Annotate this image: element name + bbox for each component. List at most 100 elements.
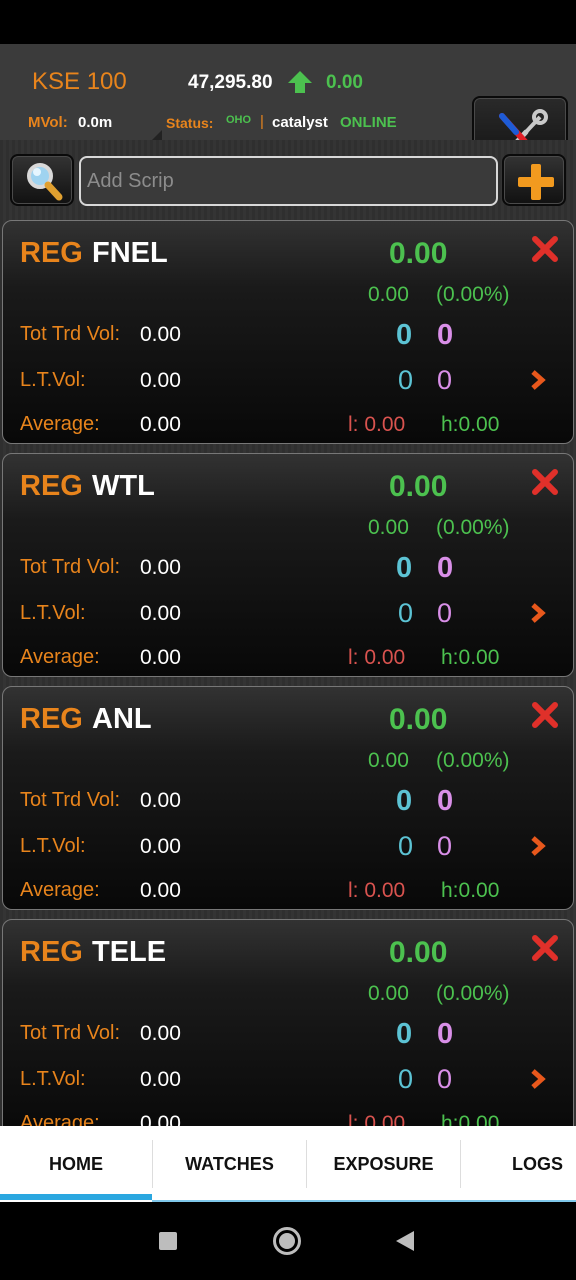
index-selector[interactable]: KSE 100 — [32, 68, 127, 96]
lt-vol-value: 0.00 — [140, 1068, 181, 1091]
close-icon[interactable] — [531, 468, 559, 496]
low-value: 0.00 — [364, 413, 406, 436]
ask-vol: 0 — [437, 1064, 453, 1094]
watchlist: REG FNEL 0.00 0.00 (0.00%) Tot Trd Vol: … — [0, 218, 576, 1126]
bid-vol: 0 — [398, 598, 414, 628]
high-value: 0.00 — [458, 413, 500, 436]
chevron-right-icon[interactable] — [529, 602, 547, 624]
scrip-card[interactable]: REG WTL 0.00 0.00 (0.00%) Tot Trd Vol: 0… — [2, 453, 574, 677]
average-label: Average: — [20, 646, 100, 668]
average-label: Average: — [20, 879, 100, 901]
tot-trd-vol-value: 0.00 — [140, 1022, 181, 1045]
lt-vol-value: 0.00 — [140, 602, 181, 625]
lt-vol-label: L.T.Vol: — [20, 369, 86, 391]
last-price: 0.00 — [389, 703, 448, 736]
bid-qty: 0 — [396, 785, 413, 817]
scrip-card[interactable]: REG ANL 0.00 0.00 (0.00%) Tot Trd Vol: 0… — [2, 686, 574, 910]
back-triangle-icon[interactable] — [396, 1231, 414, 1251]
lt-vol-label: L.T.Vol: — [20, 602, 86, 624]
market-code: REG — [20, 470, 83, 502]
bid-vol: 0 — [398, 831, 414, 861]
last-price: 0.00 — [389, 936, 448, 969]
chevron-right-icon[interactable] — [529, 369, 547, 391]
tab-logs[interactable]: LOGS — [461, 1126, 576, 1202]
lt-vol-value: 0.00 — [140, 369, 181, 392]
high-value: 0.00 — [458, 646, 500, 669]
bid-qty: 0 — [396, 1018, 413, 1050]
tot-trd-vol-label: Tot Trd Vol: — [20, 789, 121, 811]
active-tab-indicator — [0, 1194, 152, 1200]
market-header: KSE 100 47,295.80 0.00 MVol: 0.0m Status… — [0, 44, 576, 176]
ask-vol: 0 — [437, 365, 453, 395]
mvol-value: 0.0m — [78, 114, 113, 131]
price-change-pct: (0.00%) — [436, 982, 510, 1005]
user-name: catalyst — [272, 114, 328, 131]
price-change: 0.00 — [368, 982, 409, 1005]
search-button[interactable] — [10, 154, 74, 206]
recents-square-icon[interactable] — [159, 1232, 177, 1250]
lt-vol-value: 0.00 — [140, 835, 181, 858]
lt-vol-label: L.T.Vol: — [20, 1068, 86, 1090]
up-arrow-icon — [288, 71, 312, 93]
close-icon[interactable] — [531, 934, 559, 962]
ask-vol: 0 — [437, 598, 453, 628]
index-change: 0.00 — [326, 72, 363, 93]
last-price: 0.00 — [389, 237, 448, 270]
price-change-pct: (0.00%) — [436, 283, 510, 306]
symbol: FNEL — [92, 237, 168, 269]
average-label: Average: — [20, 413, 100, 435]
tab-watches[interactable]: WATCHES — [153, 1126, 306, 1202]
high-value: 0.00 — [458, 879, 500, 902]
low-prefix: l: — [348, 646, 359, 669]
status-separator: | — [260, 113, 264, 130]
tab-home[interactable]: HOME — [0, 1126, 152, 1202]
mvol-label: MVol: — [28, 114, 68, 131]
low-value: 0.00 — [364, 879, 406, 902]
chevron-right-icon[interactable] — [529, 835, 547, 857]
average-value: 0.00 — [140, 1112, 181, 1126]
add-scrip-button[interactable] — [502, 154, 566, 206]
ask-qty: 0 — [437, 785, 454, 817]
tab-exposure[interactable]: EXPOSURE — [307, 1126, 460, 1202]
chevron-right-icon[interactable] — [529, 1068, 547, 1090]
connection-status: ONLINE — [340, 114, 397, 131]
day-high: h:0.00 — [441, 879, 499, 903]
bid-vol: 0 — [398, 365, 414, 395]
low-prefix: l: — [348, 1112, 359, 1126]
magnifier-icon — [27, 163, 63, 201]
day-high: h:0.00 — [441, 646, 499, 670]
bid-vol: 0 — [398, 1064, 414, 1094]
close-icon[interactable] — [531, 701, 559, 729]
symbol: TELE — [92, 936, 167, 968]
tot-trd-vol-label: Tot Trd Vol: — [20, 1022, 121, 1044]
scrip-card[interactable]: REG TELE 0.00 0.00 (0.00%) Tot Trd Vol: … — [2, 919, 574, 1126]
price-change-pct: (0.00%) — [436, 516, 510, 539]
price-change: 0.00 — [368, 283, 409, 306]
tot-trd-vol-value: 0.00 — [140, 323, 181, 346]
low-value: 0.00 — [364, 646, 406, 669]
bid-qty: 0 — [396, 552, 413, 584]
add-scrip-input[interactable] — [79, 156, 498, 206]
scrip-card[interactable]: REG FNEL 0.00 0.00 (0.00%) Tot Trd Vol: … — [2, 220, 574, 444]
tot-trd-vol-label: Tot Trd Vol: — [20, 556, 121, 578]
high-prefix: h: — [441, 1112, 459, 1126]
search-row — [0, 140, 576, 218]
low-prefix: l: — [348, 413, 359, 436]
ask-vol: 0 — [437, 831, 453, 861]
average-value: 0.00 — [140, 879, 181, 902]
tot-trd-vol-value: 0.00 — [140, 556, 181, 579]
low-prefix: l: — [348, 879, 359, 902]
ask-qty: 0 — [437, 319, 454, 351]
home-circle-icon[interactable] — [273, 1227, 301, 1255]
high-prefix: h: — [441, 413, 459, 436]
symbol: WTL — [92, 470, 155, 502]
day-high: h:0.00 — [441, 413, 499, 437]
price-change: 0.00 — [368, 516, 409, 539]
close-icon[interactable] — [531, 235, 559, 263]
day-low: l: 0.00 — [348, 879, 405, 903]
system-status-bar — [0, 0, 576, 44]
high-value: 0.00 — [458, 1112, 500, 1126]
average-value: 0.00 — [140, 413, 181, 436]
high-prefix: h: — [441, 646, 459, 669]
day-low: l: 0.00 — [348, 1112, 405, 1126]
